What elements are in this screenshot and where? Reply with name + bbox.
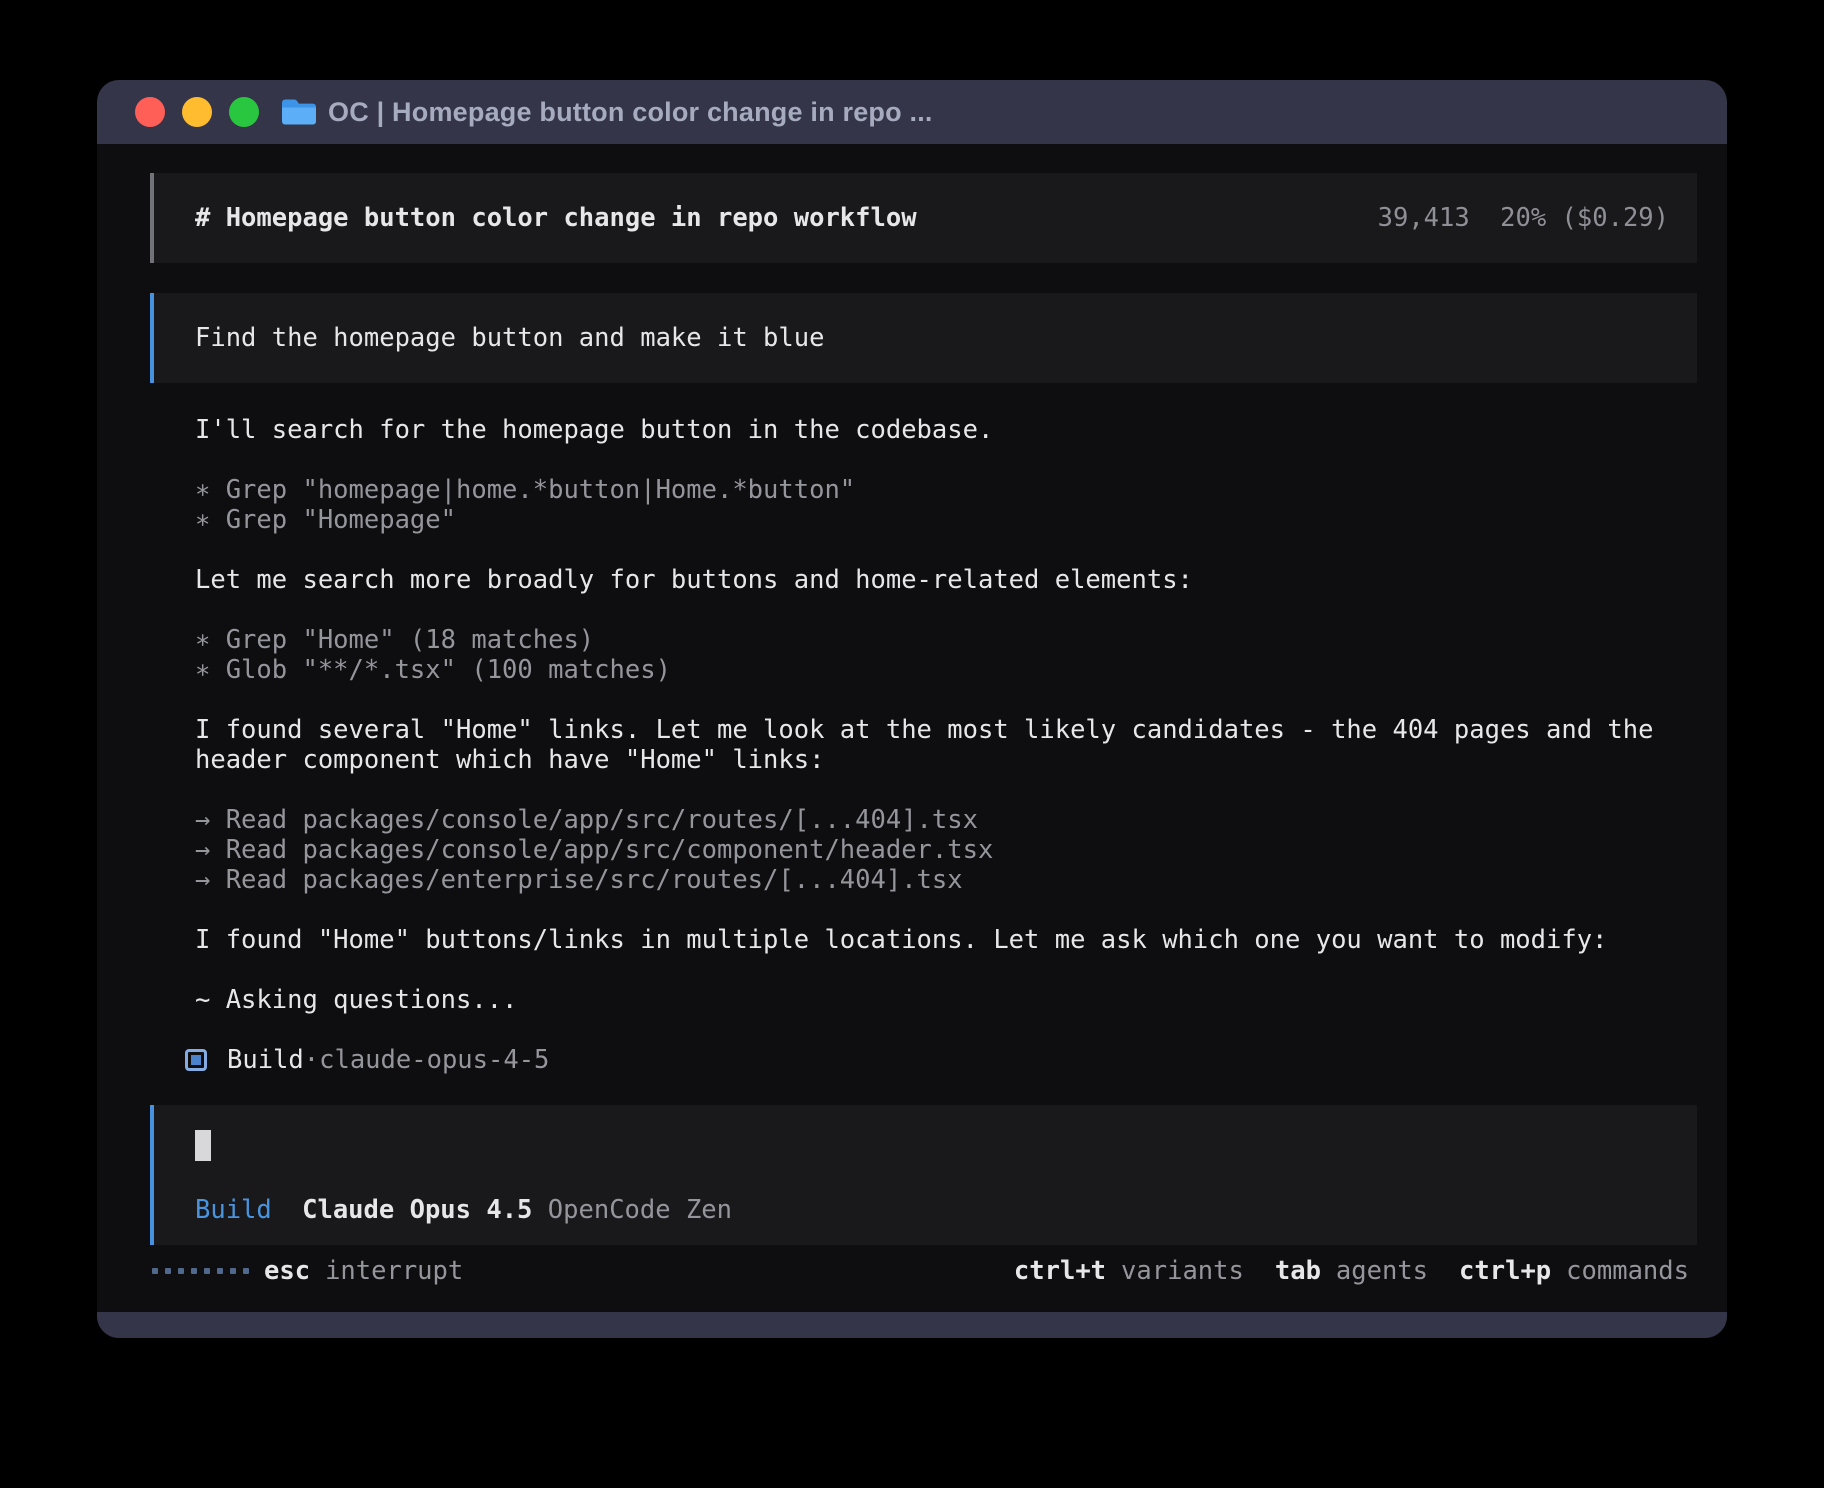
agent-name: Build bbox=[227, 1045, 304, 1075]
transcript-line: I found "Home" buttons/links in multiple… bbox=[195, 925, 1697, 955]
shortcut-hint: tab agents bbox=[1275, 1256, 1428, 1286]
desktop: OC | Homepage button color change in rep… bbox=[0, 0, 1824, 1488]
transcript-line bbox=[195, 775, 1697, 805]
terminal-content: # Homepage button color change in repo w… bbox=[97, 144, 1727, 1312]
transcript-line: ~ Asking questions... bbox=[195, 985, 1697, 1015]
assistant-transcript: I'll search for the homepage button in t… bbox=[195, 415, 1697, 1015]
zoom-button[interactable] bbox=[229, 97, 259, 127]
spinner-dots bbox=[152, 1268, 249, 1274]
agent-status-line: Build · claude-opus-4-5 bbox=[185, 1045, 1697, 1075]
user-message-text: Find the homepage button and make it blu… bbox=[195, 323, 824, 353]
shortcut-key: ctrl+p bbox=[1459, 1256, 1551, 1286]
spinner-dot bbox=[165, 1268, 171, 1274]
prompt-input[interactable]: Build Claude Opus 4.5 OpenCode Zen bbox=[150, 1105, 1697, 1245]
input-status-line: Build Claude Opus 4.5 OpenCode Zen bbox=[195, 1195, 1697, 1225]
user-message: Find the homepage button and make it blu… bbox=[150, 293, 1697, 383]
agent-model: claude-opus-4-5 bbox=[319, 1045, 549, 1075]
mode-label: Build bbox=[195, 1195, 272, 1225]
spinner-dot bbox=[152, 1268, 158, 1274]
shortcut-hint: ctrl+t variants bbox=[1014, 1256, 1244, 1286]
token-count: 39,413 bbox=[1378, 203, 1470, 233]
esc-action-label: interrupt bbox=[325, 1256, 463, 1286]
transcript-line: header component which have "Home" links… bbox=[195, 745, 1697, 775]
window-titlebar[interactable]: OC | Homepage button color change in rep… bbox=[97, 80, 1727, 144]
shortcut-label: variants bbox=[1121, 1256, 1244, 1286]
window-footer bbox=[97, 1312, 1727, 1338]
spinner-dot bbox=[204, 1268, 210, 1274]
text-cursor bbox=[195, 1130, 211, 1161]
transcript-line bbox=[195, 895, 1697, 925]
spinner-dot bbox=[230, 1268, 236, 1274]
keyboard-shortcuts: ctrl+t variants tab agents ctrl+p commands bbox=[1014, 1256, 1689, 1286]
provider-label: OpenCode Zen bbox=[548, 1195, 732, 1225]
close-button[interactable] bbox=[135, 97, 165, 127]
transcript-line bbox=[195, 685, 1697, 715]
session-title: # Homepage button color change in repo w… bbox=[195, 203, 917, 233]
traffic-lights bbox=[135, 97, 259, 127]
transcript-line: I'll search for the homepage button in t… bbox=[195, 415, 1697, 445]
transcript-line bbox=[195, 535, 1697, 565]
context-percent: 20% bbox=[1500, 203, 1546, 233]
status-bar: esc interrupt ctrl+tvariantstabagentsctr… bbox=[150, 1256, 1697, 1286]
transcript-line: → Read packages/enterprise/src/routes/[.… bbox=[195, 865, 1697, 895]
session-stats: 39,413 20% ($0.29) bbox=[1378, 203, 1669, 233]
folder-icon bbox=[280, 96, 318, 128]
model-label: Claude Opus 4.5 bbox=[302, 1195, 532, 1225]
transcript-line: → Read packages/console/app/src/componen… bbox=[195, 835, 1697, 865]
window-title: OC | Homepage button color change in rep… bbox=[328, 97, 933, 128]
spinner-dot bbox=[243, 1268, 249, 1274]
session-cost: ($0.29) bbox=[1562, 203, 1669, 233]
transcript-line: Let me search more broadly for buttons a… bbox=[195, 565, 1697, 595]
shortcut-label: commands bbox=[1566, 1256, 1689, 1286]
spinner-dot bbox=[191, 1268, 197, 1274]
transcript-line: → Read packages/console/app/src/routes/[… bbox=[195, 805, 1697, 835]
transcript-line: ∗ Grep "homepage|home.*button|Home.*butt… bbox=[195, 475, 1697, 505]
transcript-line: I found several "Home" links. Let me loo… bbox=[195, 715, 1697, 745]
shortcut-label: agents bbox=[1336, 1256, 1428, 1286]
esc-key-hint: esc bbox=[264, 1256, 310, 1286]
transcript-line: ∗ Glob "**/*.tsx" (100 matches) bbox=[195, 655, 1697, 685]
separator-dot: · bbox=[304, 1045, 319, 1075]
shortcut-key: ctrl+t bbox=[1014, 1256, 1106, 1286]
spinner-dot bbox=[217, 1268, 223, 1274]
transcript-line: ∗ Grep "Homepage" bbox=[195, 505, 1697, 535]
terminal-window: OC | Homepage button color change in rep… bbox=[97, 80, 1727, 1338]
spinner-dot bbox=[178, 1268, 184, 1274]
status-left: esc interrupt bbox=[152, 1256, 463, 1286]
minimize-button[interactable] bbox=[182, 97, 212, 127]
shortcut-hint: ctrl+p commands bbox=[1459, 1256, 1689, 1286]
transcript-line bbox=[195, 595, 1697, 625]
transcript-line: ∗ Grep "Home" (18 matches) bbox=[195, 625, 1697, 655]
transcript-line bbox=[195, 955, 1697, 985]
session-header: # Homepage button color change in repo w… bbox=[150, 173, 1697, 263]
transcript-line bbox=[195, 445, 1697, 475]
shortcut-key: tab bbox=[1275, 1256, 1321, 1286]
agent-icon bbox=[185, 1049, 207, 1071]
